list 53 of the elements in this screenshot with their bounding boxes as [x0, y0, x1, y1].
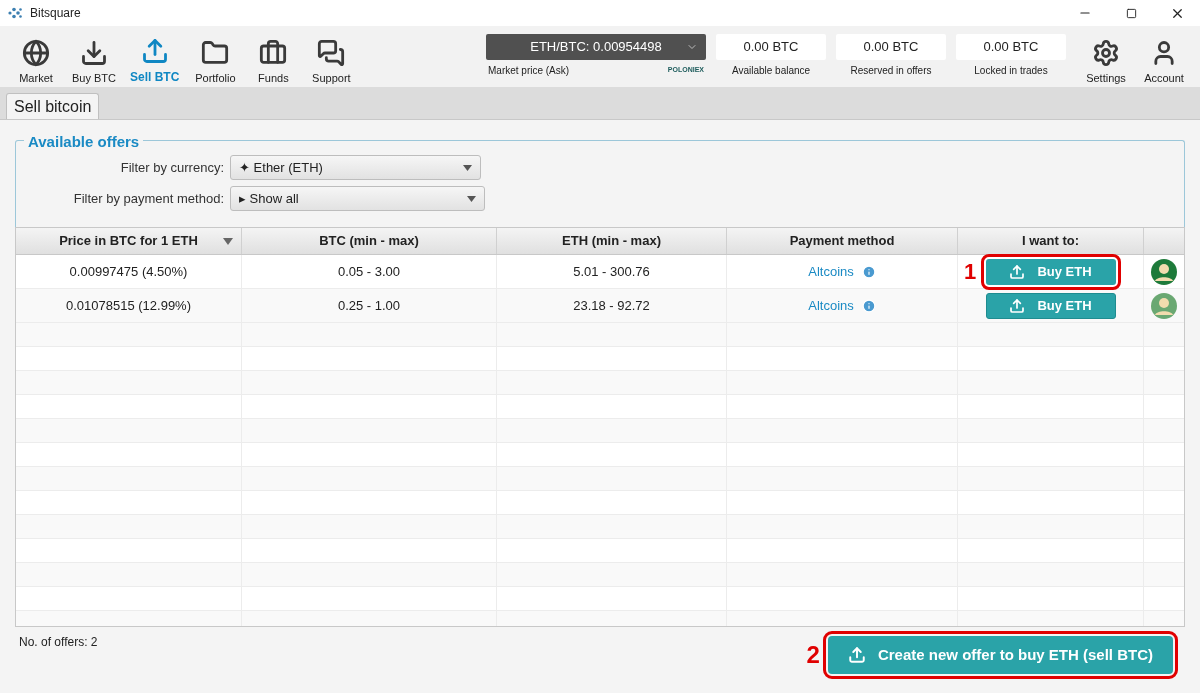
filter-dropdown[interactable]: ▸ Show all — [230, 186, 485, 211]
info-icon[interactable] — [861, 298, 876, 313]
balance-label: Available balance — [731, 64, 811, 78]
info-icon[interactable] — [861, 264, 876, 279]
balance-value: 0.00 BTC — [716, 34, 826, 60]
nav-tab[interactable]: Settings — [1080, 34, 1132, 86]
callout-number: 2 — [806, 640, 820, 670]
table-cell: 0.05 - 3.00 — [242, 255, 497, 288]
folder-icon — [201, 38, 230, 67]
table-cell: 0.01078515 (12.99%) — [16, 289, 242, 322]
market-price-dropdown[interactable]: ETH/BTC: 0.00954498 — [486, 34, 706, 60]
upload-icon — [1009, 263, 1026, 280]
nav-tab[interactable]: Support — [305, 34, 358, 86]
nav-tab[interactable]: Funds — [247, 34, 300, 86]
column-header[interactable]: Payment method — [727, 228, 958, 254]
window-title: Bitsquare — [30, 5, 81, 22]
upload-icon — [847, 646, 866, 664]
briefcase-icon — [259, 38, 288, 67]
table-cell: 23.18 - 92.72 — [497, 289, 727, 322]
tray-download-icon — [80, 38, 108, 67]
table-cell: 5.01 - 300.76 — [497, 255, 727, 288]
filter-dropdown[interactable]: ✦ Ether (ETH) — [230, 155, 481, 180]
app-logo-icon — [8, 7, 22, 19]
nav-tab[interactable]: Account — [1138, 34, 1190, 86]
content-tab[interactable]: Sell bitcoin — [6, 93, 100, 119]
balance-value: 0.00 BTC — [956, 34, 1066, 60]
maximize-icon — [1125, 7, 1137, 19]
dropdown-arrow-icon — [467, 195, 476, 202]
nav-tab[interactable]: Sell BTC — [126, 34, 184, 86]
globe-icon — [22, 38, 50, 67]
upload-icon — [1009, 297, 1026, 314]
nav-tab[interactable]: Market — [10, 34, 62, 86]
payment-method-link[interactable]: Altcoins — [808, 295, 854, 316]
market-price-label: Market price (Ask) — [488, 64, 570, 78]
payment-method-link[interactable]: Altcoins — [808, 261, 854, 282]
settings-icon — [1092, 38, 1120, 67]
offers-count: No. of offers: 2 — [19, 634, 98, 651]
callout-number: 1 — [964, 258, 977, 286]
tray-upload-icon — [140, 37, 169, 65]
chat-bubbles-icon — [317, 38, 346, 67]
balance-label: Reserved in offers — [850, 64, 932, 78]
balance-value: 0.00 BTC — [836, 34, 946, 60]
nav-tab[interactable]: Buy BTC — [68, 34, 120, 86]
filter-label: Filter by currency: — [119, 158, 225, 177]
filter-label: Filter by payment method: — [72, 189, 225, 208]
column-header[interactable]: Price in BTC for 1 ETH — [16, 228, 242, 254]
nav-tab[interactable]: Portfolio — [189, 34, 242, 86]
balance-label: Locked in trades — [974, 64, 1048, 78]
table-cell: 0.25 - 1.00 — [242, 289, 497, 322]
column-header[interactable]: BTC (min - max) — [242, 228, 497, 254]
table-cell: 0.00997475 (4.50%) — [16, 255, 242, 288]
column-header[interactable]: ETH (min - max) — [497, 228, 727, 254]
dropdown-arrow-icon — [463, 164, 472, 171]
